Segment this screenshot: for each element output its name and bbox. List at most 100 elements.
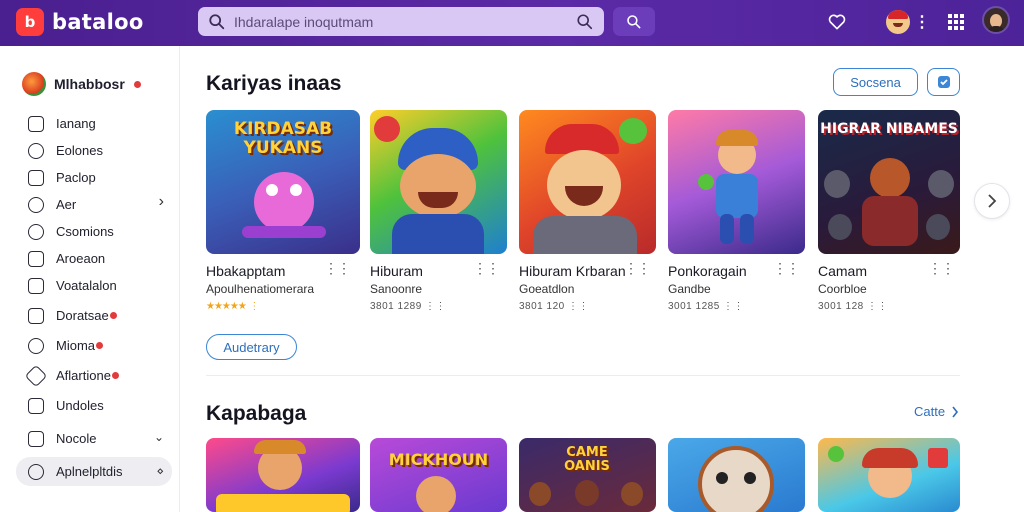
search-bar[interactable]: [198, 7, 604, 36]
more-icon[interactable]: ⋮⋮: [928, 260, 955, 277]
logo-mark-icon: b: [16, 8, 44, 36]
game-card[interactable]: CAME OANIS: [519, 438, 656, 512]
notification-dot: [109, 312, 117, 319]
thumbnail-art-text: MICKHOUN: [388, 450, 489, 469]
game-card[interactable]: [818, 438, 960, 512]
bookmark-icon: [937, 76, 950, 88]
game-card[interactable]: Hiburam ⋮⋮ Sanoonre 3801 1289 ⋮⋮: [370, 110, 507, 312]
camera-search-icon[interactable]: [576, 13, 594, 31]
game-subtitle: Coorbloe: [818, 282, 867, 296]
notification-dot: [96, 342, 104, 349]
see-all-link[interactable]: Catte: [914, 404, 959, 419]
game-card[interactable]: KIRDASAB YUKANS Hbakapptam ⋮⋮ Apoulhenat…: [206, 110, 360, 312]
game-thumbnail[interactable]: [370, 110, 507, 254]
game-card[interactable]: Ponkoragain ⋮⋮ Gandbe 3001 1285 ⋮⋮: [668, 110, 805, 312]
game-thumbnail[interactable]: [206, 438, 360, 512]
heart-outline-icon: [28, 142, 44, 159]
game-card[interactable]: HIGRAR NIBAMES Camam ⋮⋮ Coorbloe 3001 12…: [818, 110, 960, 312]
app-logo[interactable]: b bataloo: [16, 8, 144, 36]
sidebar-brand[interactable]: Mlhabbosr: [22, 72, 141, 96]
game-thumbnail[interactable]: [668, 438, 805, 512]
game-thumbnail[interactable]: [519, 110, 656, 254]
game-meta: 3801 1289 ⋮⋮: [370, 301, 447, 312]
box-icon: [28, 397, 44, 414]
sidebar-item-3[interactable]: Aer ›: [16, 191, 172, 218]
user-avatar[interactable]: [982, 6, 1010, 34]
chevron-down-icon: ⌄: [153, 430, 164, 444]
thumbnail-art-text: KIRDASAB YUKANS: [233, 119, 333, 158]
chevron-right-icon: ›: [158, 193, 164, 210]
more-icon[interactable]: ⋮⋮: [324, 260, 351, 277]
section-divider: [206, 375, 960, 376]
shield-icon: [28, 430, 44, 447]
carousel-next-button[interactable]: [974, 183, 1010, 219]
sidebar-item-0[interactable]: Ianang: [16, 110, 172, 137]
character-art: [870, 158, 910, 198]
sidebar-item-6[interactable]: Voatalalon: [16, 272, 172, 299]
sidebar-item-9[interactable]: Aflartione: [16, 362, 172, 389]
character-art: [254, 172, 314, 232]
game-title: Ponkoragain: [668, 263, 747, 279]
section-title: Kariyas inaas: [206, 72, 342, 95]
sidebar-item-12[interactable]: Aplnelpltdis ⋄: [16, 457, 172, 486]
character-art: [698, 446, 774, 512]
sidebar-item-5[interactable]: Aroeaon: [16, 245, 172, 272]
search-icon: [627, 14, 641, 28]
checkbox-icon: [28, 307, 44, 324]
game-title: Hbakapptam: [206, 263, 286, 279]
tag-icon: [24, 364, 48, 387]
game-thumbnail[interactable]: [818, 438, 960, 512]
game-card[interactable]: [206, 438, 360, 512]
game-title: Hiburam Krbaran: [519, 263, 626, 279]
grid-icon[interactable]: [943, 9, 969, 35]
target-icon: [28, 196, 44, 213]
load-more-button[interactable]: Audetrary: [206, 334, 297, 360]
game-card[interactable]: Hiburam Krbaran ⋮⋮ Goeatdlon 3801 120 ⋮⋮: [519, 110, 656, 312]
search-input[interactable]: [234, 13, 576, 30]
bookmark-button[interactable]: [927, 68, 960, 96]
sidebar-item-2[interactable]: Paclop: [16, 164, 172, 191]
more-icon[interactable]: ⋮⋮: [773, 260, 800, 277]
game-meta: 3001 128 ⋮⋮: [818, 301, 888, 312]
character-art: [529, 482, 551, 506]
game-thumbnail[interactable]: HIGRAR NIBAMES: [818, 110, 960, 254]
sidebar-item-11[interactable]: Nocole ⌄: [16, 425, 172, 452]
search-button[interactable]: [613, 7, 655, 36]
game-thumbnail[interactable]: [668, 110, 805, 254]
game-thumbnail[interactable]: MICKHOUN: [370, 438, 507, 512]
search-icon: [209, 13, 225, 29]
more-vertical-icon: ⋮: [914, 14, 930, 31]
circle-icon: [28, 223, 44, 240]
sidebar-item-4[interactable]: Csomions: [16, 218, 172, 245]
notification-dot: [111, 372, 119, 379]
square-outline-icon: [28, 115, 44, 132]
game-meta: 3801 120 ⋮⋮: [519, 301, 589, 312]
section-action-button[interactable]: Socsena: [833, 68, 918, 96]
game-thumbnail[interactable]: CAME OANIS: [519, 438, 656, 512]
sidebar-nav: Ianang Eolones Paclop Aer › Csomions Aroe…: [16, 110, 172, 486]
game-card[interactable]: MICKHOUN: [370, 438, 507, 512]
sidebar-item-1[interactable]: Eolones: [16, 137, 172, 164]
more-icon[interactable]: ⋮⋮: [473, 260, 500, 277]
see-all-label: Catte: [914, 404, 946, 419]
notification-dot: [133, 80, 141, 88]
game-card[interactable]: [668, 438, 805, 512]
brand-icon: [22, 72, 46, 96]
rating-stars: ★★★★★ ⋮: [206, 301, 259, 312]
game-subtitle: Sanoonre: [370, 282, 423, 296]
sidebar-item-10[interactable]: Undoles: [16, 392, 172, 419]
game-title: Hiburam: [370, 263, 423, 279]
thumbnail-art-text: CAME OANIS: [564, 445, 610, 474]
sidebar-item-7[interactable]: Doratsae: [16, 302, 172, 329]
chevron-icon: ⋄: [156, 464, 164, 478]
sidebar: Mlhabbosr Ianang Eolones Paclop Aer › Cso…: [0, 46, 180, 512]
avatar: [886, 10, 910, 34]
envelope-icon: [28, 250, 44, 267]
heart-icon[interactable]: [824, 9, 850, 35]
sidebar-item-8[interactable]: Mioma: [16, 332, 172, 359]
chat-icon: [28, 337, 44, 354]
character-art: [416, 476, 456, 512]
game-thumbnail[interactable]: KIRDASAB YUKANS: [206, 110, 360, 254]
more-icon[interactable]: ⋮⋮: [624, 260, 651, 277]
profile-menu[interactable]: ⋮: [886, 8, 930, 36]
